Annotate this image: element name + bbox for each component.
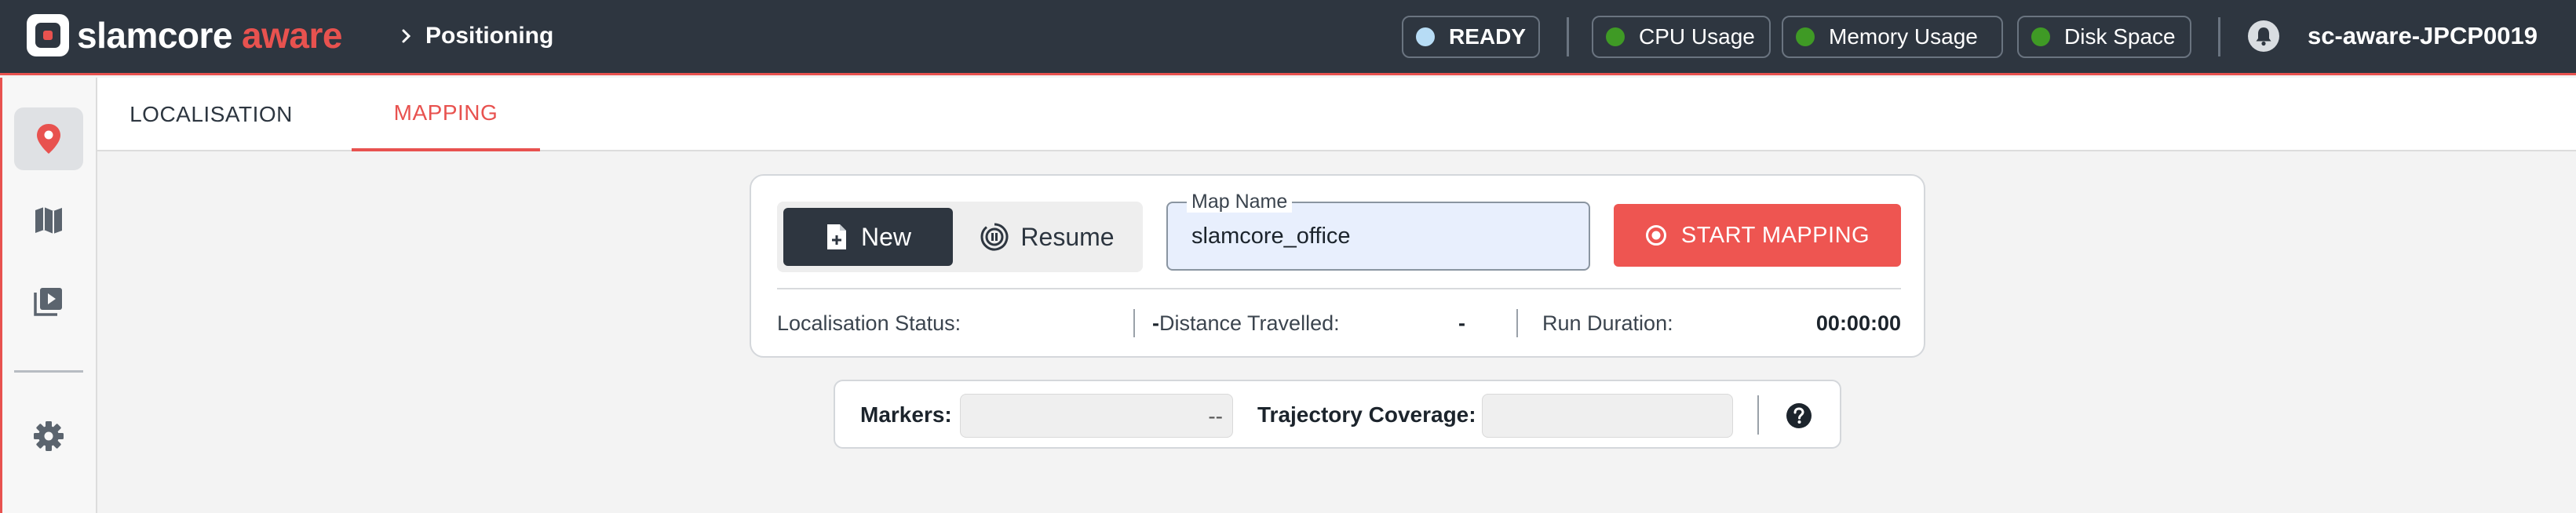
status-led-icon bbox=[1606, 27, 1625, 46]
gear-icon bbox=[34, 421, 64, 451]
new-map-button[interactable]: New bbox=[783, 208, 953, 266]
disk-space-badge[interactable]: Disk Space bbox=[2017, 16, 2191, 58]
brand-secondary: aware bbox=[242, 15, 342, 56]
run-duration-value: 00:00:00 bbox=[1815, 311, 1901, 335]
sidebar-item-playback[interactable] bbox=[14, 270, 83, 333]
status-ready-badge[interactable]: READY bbox=[1402, 16, 1540, 58]
record-icon bbox=[1645, 225, 1666, 246]
new-map-label: New bbox=[860, 222, 911, 251]
map-icon bbox=[35, 207, 62, 234]
brand-logo-text: slamcore aware bbox=[77, 12, 342, 59]
distance-travelled-value: - bbox=[1458, 311, 1465, 335]
status-led-icon bbox=[1796, 27, 1815, 46]
tab-mapping[interactable]: MAPPING bbox=[352, 78, 540, 151]
help-icon[interactable] bbox=[1785, 402, 1813, 430]
map-name-label: Map Name bbox=[1187, 191, 1293, 213]
mode-toggle: New Resume bbox=[777, 202, 1143, 272]
run-duration-label: Run Duration: bbox=[1542, 311, 1673, 335]
resume-map-button[interactable]: Resume bbox=[958, 208, 1137, 266]
tab-bar: LOCALISATION MAPPING bbox=[97, 78, 2576, 151]
cpu-usage-badge[interactable]: CPU Usage bbox=[1592, 16, 1771, 58]
map-name-field[interactable]: Map Name bbox=[1166, 191, 1590, 271]
trajectory-coverage-field bbox=[1482, 394, 1733, 438]
new-file-icon bbox=[826, 224, 846, 249]
memory-usage-label: Memory Usage bbox=[1829, 24, 1978, 49]
header-divider bbox=[1567, 17, 1569, 56]
start-mapping-label: START MAPPING bbox=[1680, 222, 1870, 248]
breadcrumb[interactable]: Positioning bbox=[425, 20, 553, 52]
playlist-play-icon bbox=[34, 288, 62, 316]
markers-field: -- bbox=[960, 394, 1233, 438]
device-name[interactable]: sc-aware-JPCP0019 bbox=[2308, 19, 2538, 53]
localisation-status-value: - bbox=[1152, 311, 1159, 335]
card-divider bbox=[777, 288, 1901, 289]
markers-value: -- bbox=[1208, 404, 1223, 428]
sidebar bbox=[0, 78, 97, 513]
notification-bell-icon[interactable] bbox=[2246, 19, 2281, 53]
stat-divider bbox=[1133, 309, 1135, 337]
tab-localisation[interactable]: LOCALISATION bbox=[121, 78, 301, 151]
markers-label: Markers: bbox=[860, 402, 952, 427]
slamcore-logo-icon bbox=[27, 14, 69, 56]
top-header: slamcore aware Positioning READY CPU Usag… bbox=[0, 0, 2576, 75]
markers-bar: Markers: -- Trajectory Coverage: bbox=[834, 380, 1841, 449]
chevron-right-icon bbox=[402, 29, 411, 43]
disk-space-label: Disk Space bbox=[2064, 24, 2176, 49]
location-pin-icon bbox=[37, 124, 60, 154]
sidebar-item-positioning[interactable] bbox=[14, 107, 83, 170]
header-divider bbox=[2218, 17, 2220, 56]
brand-primary: slamcore bbox=[77, 15, 233, 56]
mapping-card: New Resume Map Name START MAPPING Locali… bbox=[750, 174, 1925, 358]
sidebar-item-settings[interactable] bbox=[14, 405, 83, 468]
distance-travelled-label: Distance Travelled: bbox=[1159, 311, 1340, 335]
map-name-input[interactable] bbox=[1191, 219, 1568, 253]
sidebar-item-maps[interactable] bbox=[14, 189, 83, 252]
memory-usage-badge[interactable]: Memory Usage bbox=[1782, 16, 2003, 58]
stat-divider bbox=[1516, 309, 1518, 337]
status-led-icon bbox=[1416, 27, 1435, 46]
start-mapping-button[interactable]: START MAPPING bbox=[1614, 204, 1901, 267]
status-ready-label: READY bbox=[1449, 24, 1527, 49]
localisation-status-label: Localisation Status: bbox=[777, 311, 961, 335]
resume-icon bbox=[980, 223, 1009, 251]
status-led-icon bbox=[2031, 27, 2050, 46]
resume-map-label: Resume bbox=[1020, 222, 1115, 251]
sidebar-divider bbox=[14, 370, 83, 373]
trajectory-coverage-label: Trajectory Coverage: bbox=[1257, 402, 1476, 427]
markers-divider bbox=[1757, 395, 1759, 435]
cpu-usage-label: CPU Usage bbox=[1639, 24, 1755, 49]
